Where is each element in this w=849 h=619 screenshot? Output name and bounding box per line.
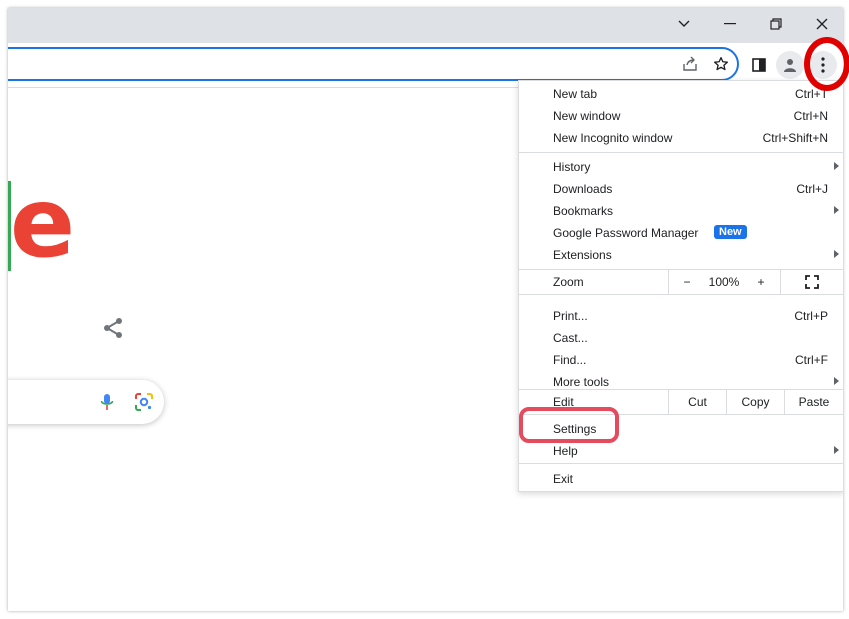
share-page-icon: [683, 56, 697, 71]
menu-item-new-tab[interactable]: New tab Ctrl+T: [519, 83, 843, 105]
restore-icon: [770, 18, 782, 30]
menu-item-bookmarks[interactable]: Bookmarks: [519, 200, 843, 222]
menu-item-print[interactable]: Print... Ctrl+P: [519, 305, 843, 327]
title-bar: [8, 8, 843, 43]
zoom-label: Zoom: [553, 275, 584, 289]
cut-button[interactable]: Cut: [669, 390, 726, 414]
copy-button[interactable]: Copy: [727, 390, 784, 414]
restore-button[interactable]: [753, 8, 799, 40]
zoom-in-button[interactable]: +: [743, 270, 779, 294]
side-panel-icon: [752, 58, 766, 72]
menu-item-cast[interactable]: Cast...: [519, 327, 843, 349]
zoom-row: Zoom − 100% +: [519, 269, 843, 295]
image-search-button[interactable]: [134, 392, 154, 412]
paste-button[interactable]: Paste: [785, 390, 843, 414]
zoom-level: 100%: [708, 275, 740, 289]
zoom-out-button[interactable]: −: [669, 270, 705, 294]
fullscreen-button[interactable]: [781, 270, 843, 294]
fullscreen-icon: [805, 275, 819, 289]
menu-item-find[interactable]: Find... Ctrl+F: [519, 349, 843, 371]
close-icon: [816, 18, 828, 30]
share-page-button[interactable]: [676, 50, 704, 78]
google-logo-fragment: e: [10, 167, 76, 279]
menu-button-highlight-annotation: [804, 37, 849, 91]
menu-item-extensions[interactable]: Extensions: [519, 244, 843, 266]
microphone-icon: [100, 394, 114, 410]
minimize-button[interactable]: [707, 8, 753, 40]
menu-item-new-window[interactable]: New window Ctrl+N: [519, 105, 843, 127]
google-lens-icon: [135, 393, 153, 411]
search-box[interactable]: [8, 380, 164, 424]
menu-separator: [519, 463, 843, 464]
menu-item-exit[interactable]: Exit: [519, 468, 843, 490]
share-icon: [104, 318, 122, 338]
address-bar[interactable]: [8, 47, 739, 81]
profile-icon: [784, 59, 796, 72]
settings-highlight-annotation: [519, 407, 619, 443]
voice-search-button[interactable]: [97, 392, 117, 412]
submenu-arrow-icon: [834, 377, 839, 385]
star-icon: [714, 57, 728, 71]
menu-item-password-manager[interactable]: Google Password Manager New: [519, 222, 843, 244]
side-panel-button[interactable]: [745, 51, 773, 79]
submenu-arrow-icon: [834, 206, 839, 214]
menu-item-history[interactable]: History: [519, 156, 843, 178]
menu-item-help[interactable]: Help: [519, 440, 843, 462]
submenu-arrow-icon: [834, 162, 839, 170]
menu-item-new-incognito[interactable]: New Incognito window Ctrl+Shift+N: [519, 127, 843, 149]
minimize-icon: [724, 23, 736, 25]
tab-search-button[interactable]: [661, 8, 707, 40]
bookmark-button[interactable]: [707, 50, 735, 78]
menu-separator: [519, 152, 843, 153]
new-badge: New: [714, 225, 747, 239]
profile-button[interactable]: [776, 51, 804, 79]
submenu-arrow-icon: [834, 446, 839, 454]
browser-window: e New tab Ctrl+T New window Ctrl+N New I…: [8, 8, 843, 611]
submenu-arrow-icon: [834, 250, 839, 258]
close-window-button[interactable]: [799, 8, 843, 40]
chevron-down-icon: [678, 20, 690, 27]
menu-item-downloads[interactable]: Downloads Ctrl+J: [519, 178, 843, 200]
share-doodle-button[interactable]: [101, 316, 125, 340]
